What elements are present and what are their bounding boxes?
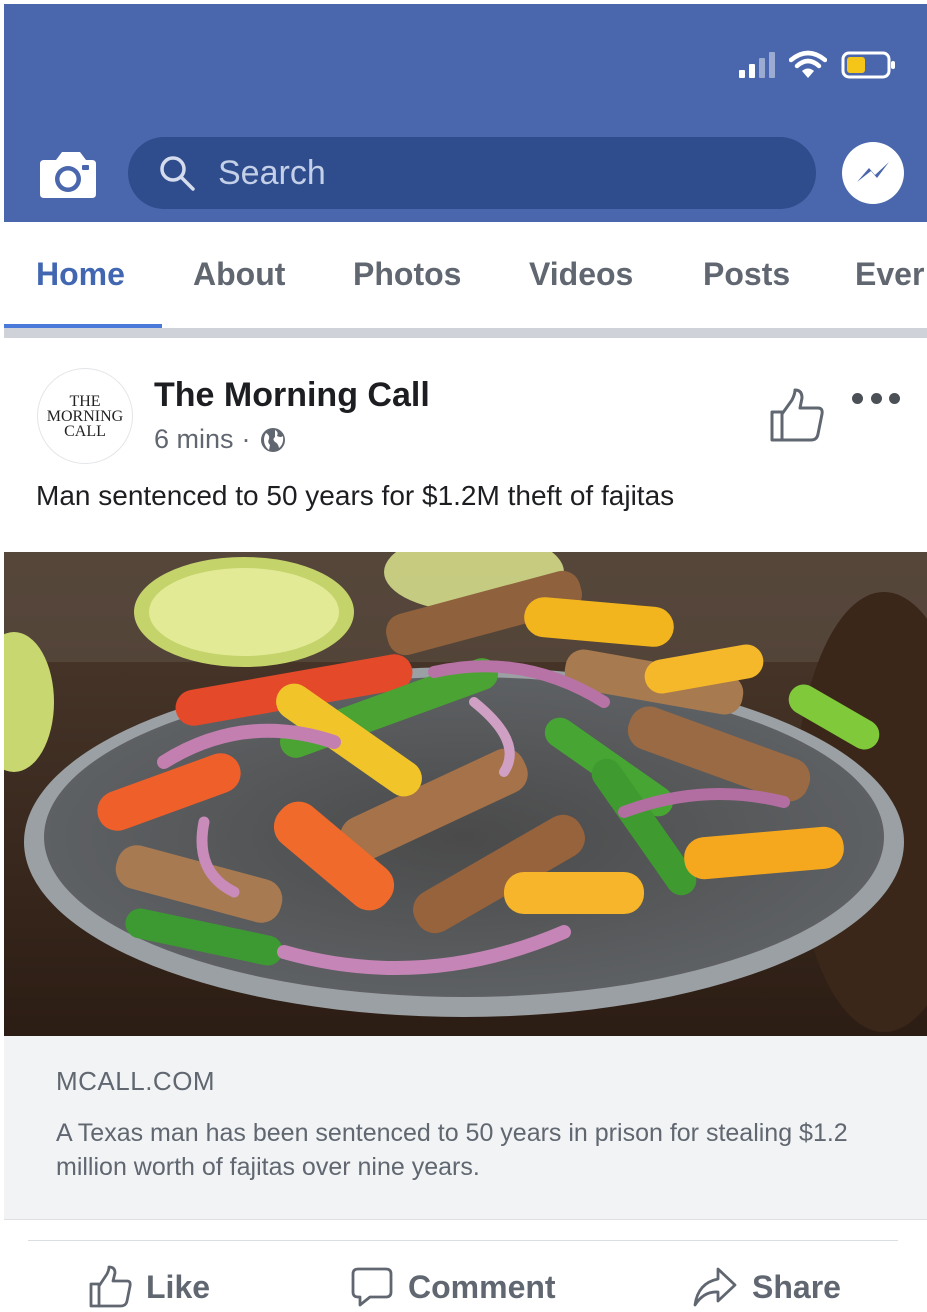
post-meta: 6 mins ·: [154, 424, 287, 455]
messenger-button[interactable]: [842, 142, 904, 204]
post-text: Man sentenced to 50 years for $1.2M thef…: [36, 480, 675, 511]
like-label: Like: [146, 1268, 211, 1305]
link-description: A Texas man has been sentenced to 50 yea…: [56, 1119, 848, 1181]
tab-photos[interactable]: Photos: [353, 256, 461, 293]
globe-icon: [260, 427, 285, 452]
camera-icon: [40, 152, 96, 198]
tab-events[interactable]: Ever: [855, 256, 924, 293]
tab-home[interactable]: Home: [36, 256, 125, 293]
share-label: Share: [752, 1268, 841, 1305]
more-dot-icon: [870, 392, 882, 404]
more-dot-icon: [852, 392, 863, 404]
more-dot-icon: [889, 392, 900, 404]
battery-icon: [841, 51, 895, 79]
tab-videos[interactable]: Videos: [529, 256, 633, 293]
meta-separator: ·: [241, 424, 251, 454]
more-options-button[interactable]: [852, 386, 900, 410]
thumbs-up-icon: [89, 1265, 132, 1308]
link-preview[interactable]: MCALL.COM A Texas man has been sentenced…: [4, 1036, 927, 1220]
comment-icon: [351, 1267, 393, 1307]
search-icon: [160, 156, 195, 191]
wifi-icon: [789, 50, 827, 78]
app-header: [4, 4, 927, 222]
link-domain: MCALL.COM: [56, 1066, 216, 1096]
avatar-text-line: THE: [69, 392, 101, 410]
avatar-text-line: CALL: [64, 422, 106, 440]
comment-label: Comment: [408, 1268, 556, 1305]
like-button[interactable]: Like: [88, 1262, 210, 1312]
search-input[interactable]: [218, 153, 778, 193]
camera-button[interactable]: [38, 148, 98, 200]
comment-button[interactable]: Comment: [350, 1262, 556, 1312]
page-name-link[interactable]: The Morning Call: [154, 376, 430, 415]
signal-icon: [739, 52, 775, 78]
share-button[interactable]: Share: [692, 1262, 841, 1312]
share-icon: [693, 1267, 737, 1307]
status-bar: [739, 48, 897, 82]
page-tabs: Home About Photos Videos Posts Ever: [4, 222, 927, 330]
fajita-photo: [4, 552, 927, 1036]
action-divider: [28, 1240, 898, 1241]
avatar[interactable]: THE MORNING CALL: [37, 368, 133, 464]
thumbs-up-icon: [770, 388, 824, 442]
tab-posts[interactable]: Posts: [703, 256, 790, 293]
post-image[interactable]: [4, 552, 927, 1036]
messenger-icon: [857, 162, 889, 182]
avatar-text-line: MORNING: [46, 407, 124, 425]
like-page-button[interactable]: [768, 388, 826, 444]
tab-about[interactable]: About: [193, 256, 285, 293]
search-box[interactable]: [128, 137, 816, 209]
section-divider: [4, 328, 927, 338]
post-time[interactable]: 6 mins: [154, 424, 234, 455]
